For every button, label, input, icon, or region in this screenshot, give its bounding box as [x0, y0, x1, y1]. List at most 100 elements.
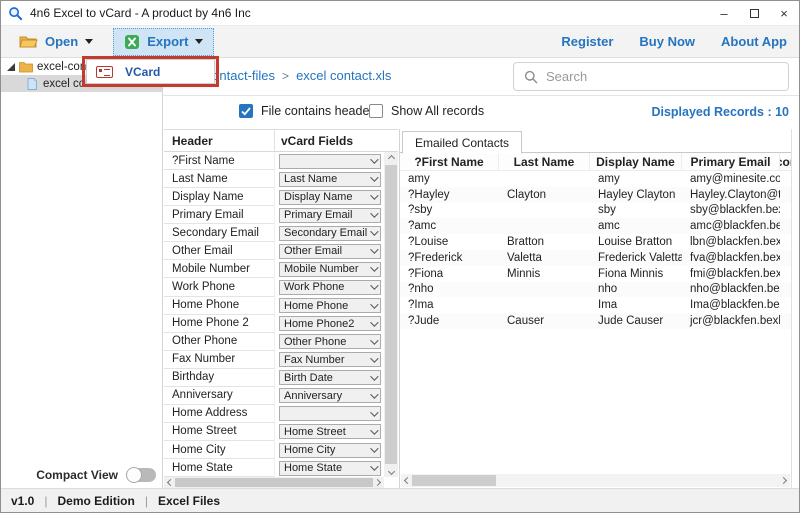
mapping-source-header: Work Phone — [164, 278, 275, 296]
file-contains-header-checkbox[interactable] — [239, 104, 253, 118]
mapping-source-header: Home Phone — [164, 297, 275, 315]
vcard-field-dropdown[interactable]: Primary Email — [279, 208, 381, 223]
contact-cell: lbn@blackfen.bexley. — [682, 234, 780, 250]
contact-cell: Fiona Minnis — [590, 266, 682, 282]
mapping-source-header: Fax Number — [164, 351, 275, 369]
vcard-field-dropdown[interactable]: Home Street — [279, 424, 381, 439]
contact-cell: fva@blackfen.bexley.s — [682, 250, 780, 266]
mapping-row: Work Phone Work Phone — [164, 278, 384, 296]
show-all-records-option[interactable]: Show All records — [369, 104, 484, 118]
vcard-field-dropdown[interactable]: Display Name — [279, 190, 381, 205]
export-menu-item-vcard[interactable]: VCard — [125, 65, 160, 79]
contact-row[interactable]: ?JudeCauserJude Causerjcr@blackfen.bexle… — [400, 313, 791, 329]
vcard-field-dropdown[interactable]: Fax Number — [279, 352, 381, 367]
contact-cell — [780, 171, 791, 187]
vcard-field-value: Other Email — [284, 245, 370, 257]
scroll-right-icon[interactable] — [374, 479, 381, 486]
vcard-field-dropdown[interactable] — [279, 406, 381, 421]
vcard-field-dropdown[interactable]: Last Name — [279, 172, 381, 187]
status-edition: Demo Edition — [57, 494, 134, 508]
mapping-hscroll-thumb[interactable] — [175, 478, 373, 487]
compact-view-toggle[interactable] — [126, 468, 156, 482]
tab-emailed-contacts[interactable]: Emailed Contacts — [402, 131, 522, 154]
contact-cell — [780, 187, 791, 203]
contact-row[interactable]: ?LouiseBrattonLouise Brattonlbn@blackfen… — [400, 234, 791, 250]
excel-file-icon — [25, 78, 39, 90]
about-app-link[interactable]: About App — [721, 34, 787, 49]
mapping-row: Home Phone Home Phone — [164, 297, 384, 315]
contact-cell: ?amc — [400, 218, 499, 234]
contact-row[interactable]: ?sbysbysby@blackfen.bexley. — [400, 203, 791, 219]
search-input[interactable] — [546, 69, 778, 84]
search-box[interactable] — [513, 62, 789, 91]
contacts-column-header[interactable]: Primary Email — [682, 153, 780, 170]
contacts-column-header[interactable]: Last Name — [499, 153, 590, 170]
mapping-col-header: Header — [164, 130, 275, 151]
open-button[interactable]: Open — [9, 28, 103, 56]
mapping-horizontal-scrollbar[interactable] — [164, 477, 384, 488]
contacts-panel: Emailed Contacts ?First NameLast NameDis… — [399, 129, 792, 488]
vcard-field-dropdown[interactable]: Home Phone — [279, 298, 381, 313]
folder-icon — [19, 61, 33, 73]
contact-row[interactable]: ?ImaImaIma@blackfen.bexley. — [400, 297, 791, 313]
mapping-row: Home Phone 2Home Phone2 — [164, 315, 384, 333]
register-link[interactable]: Register — [561, 34, 613, 49]
vcard-field-dropdown[interactable]: Birth Date — [279, 370, 381, 385]
export-button[interactable]: Export — [113, 28, 214, 56]
app-logo-icon — [8, 6, 23, 21]
vcard-field-dropdown[interactable]: Home State — [279, 461, 381, 476]
mapping-vertical-scrollbar[interactable] — [384, 152, 398, 477]
status-bar: v1.0 | Demo Edition | Excel Files — [1, 488, 799, 512]
vcard-field-dropdown[interactable]: Home Phone2 — [279, 316, 381, 331]
contact-cell: nho — [590, 282, 682, 298]
vcard-field-dropdown[interactable]: Work Phone — [279, 280, 381, 295]
contacts-scroll-right-icon[interactable] — [780, 477, 787, 484]
contacts-column-header[interactable]: ?First Name — [400, 153, 499, 170]
vcard-field-dropdown[interactable]: Home City — [279, 443, 381, 458]
contact-row[interactable]: ?HayleyClaytonHayley ClaytonHayley.Clayt… — [400, 187, 791, 203]
contacts-column-header[interactable]: Secondary Email — [780, 153, 791, 170]
mapping-row: Secondary EmailSecondary Email — [164, 224, 384, 242]
breadcrumb-current[interactable]: excel contact.xls — [296, 68, 391, 83]
show-all-records-checkbox[interactable] — [369, 104, 383, 118]
vcard-field-value: Anniversary — [284, 390, 370, 402]
open-caret-icon — [85, 39, 93, 44]
mapping-source-header: Birthday — [164, 369, 275, 387]
contact-cell: ?sby — [400, 203, 499, 219]
contact-row[interactable]: ?FionaMinnisFiona Minnisfmi@blackfen.bex… — [400, 266, 791, 282]
maximize-button[interactable] — [739, 1, 769, 25]
contact-row[interactable]: amyamyamy@minesite.com — [400, 171, 791, 187]
contacts-tabstrip: Emailed Contacts — [400, 129, 791, 153]
tree-expander-icon[interactable] — [7, 63, 15, 71]
vcard-field-dropdown[interactable]: Anniversary — [279, 388, 381, 403]
vcard-field-dropdown[interactable]: Mobile Number — [279, 262, 381, 277]
scroll-up-icon[interactable] — [387, 154, 394, 161]
vcard-field-dropdown[interactable]: Other Email — [279, 244, 381, 259]
vcard-field-dropdown[interactable] — [279, 154, 381, 169]
minimize-button[interactable]: – — [709, 1, 739, 25]
close-button[interactable]: × — [769, 1, 799, 25]
mapping-source-header: Home City — [164, 441, 275, 459]
chevron-down-icon — [370, 210, 378, 218]
vcard-field-dropdown[interactable]: Other Phone — [279, 334, 381, 349]
contact-cell: ?Fiona — [400, 266, 499, 282]
mapping-source-header: ?First Name — [164, 152, 275, 170]
scroll-down-icon[interactable] — [387, 467, 394, 474]
vcard-field-value: Last Name — [284, 173, 370, 185]
scroll-left-icon[interactable] — [167, 479, 174, 486]
status-separator: | — [44, 494, 47, 508]
contacts-scroll-left-icon[interactable] — [404, 477, 411, 484]
vcard-field-dropdown[interactable]: Secondary Email — [279, 226, 381, 241]
contacts-hscroll-thumb[interactable] — [412, 475, 496, 486]
contacts-column-header[interactable]: Display Name — [590, 153, 682, 170]
buy-now-link[interactable]: Buy Now — [639, 34, 695, 49]
chevron-down-icon — [370, 173, 378, 181]
contact-row[interactable]: ?FrederickValettaFrederick Valettafva@bl… — [400, 250, 791, 266]
contact-row[interactable]: ?amcamcamc@blackfen.bexley — [400, 218, 791, 234]
toggle-knob — [126, 467, 142, 483]
file-contains-header-option[interactable]: File contains header — [239, 104, 374, 118]
contacts-horizontal-scrollbar[interactable] — [401, 474, 790, 487]
chevron-down-icon — [370, 390, 378, 398]
contact-row[interactable]: ?nhonhonho@blackfen.bexley — [400, 282, 791, 298]
mapping-vscroll-thumb[interactable] — [385, 165, 397, 464]
